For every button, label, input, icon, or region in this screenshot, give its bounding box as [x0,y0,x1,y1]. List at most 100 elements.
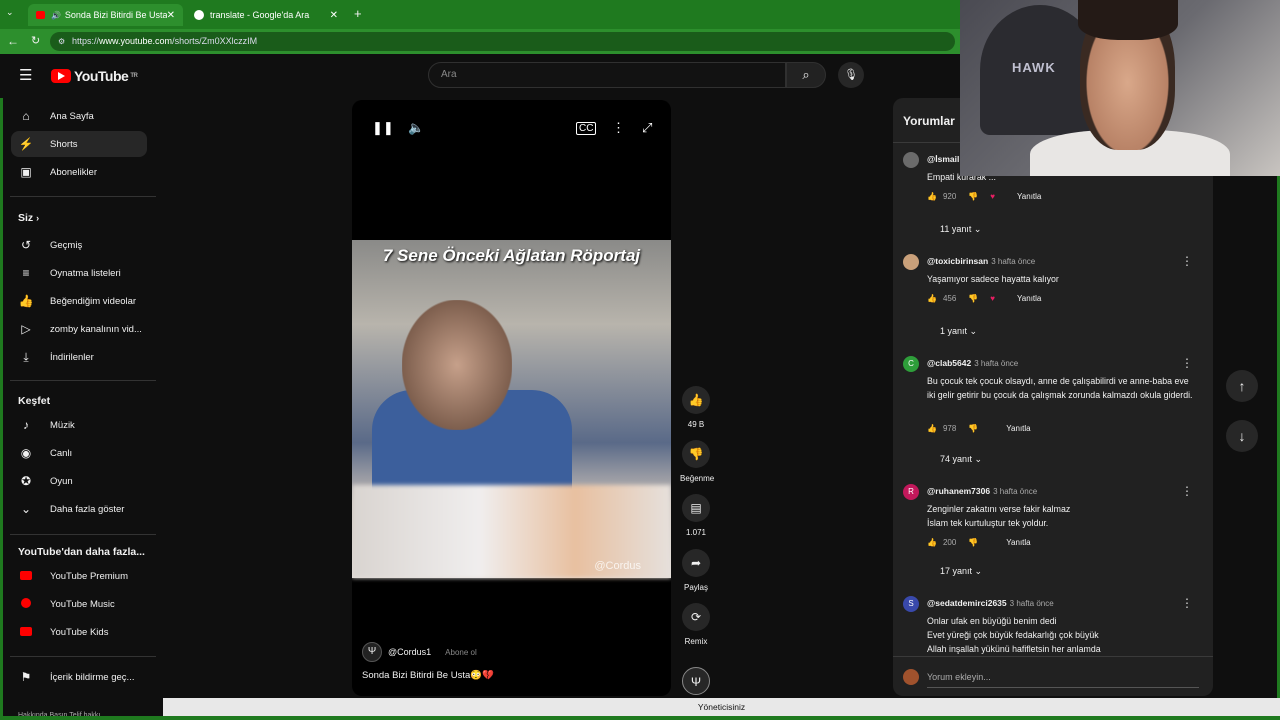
sidebar-item-channel-videos[interactable]: ▷ zomby kanalının vid... [11,316,147,342]
tab-menu-chevron-icon[interactable]: ⌄ [6,7,14,18]
comment-input[interactable]: Yorum ekleyin... [903,666,1203,688]
captions-icon[interactable]: CC [576,122,597,135]
sidebar-item-shorts[interactable]: ⚡ Shorts [11,131,147,157]
search-button[interactable]: ⌕ [786,62,826,88]
video-overlay-title: 7 Sene Önceki Ağlatan Röportaj [382,246,641,265]
comment-avatar[interactable]: C [903,356,919,372]
sidebar-item-playlists[interactable]: ≡ Oynatma listeleri [11,260,147,286]
status-bar: Yöneticisiniz [163,698,1280,716]
next-short-button[interactable]: ↓ [1226,420,1258,452]
thumbs-up-icon[interactable]: 👍 [927,294,937,303]
tab-google[interactable]: translate - Google'da Ara ✕ [186,4,346,26]
close-tab-icon[interactable]: ✕ [330,10,338,21]
reply-button[interactable]: Yanıtla [1017,294,1041,303]
you-section-heading[interactable]: Siz › [18,212,39,224]
remix-icon[interactable]: ⟳ [682,603,710,631]
sidebar-item-live[interactable]: ◉ Canlı [11,440,147,466]
comment-icon[interactable]: ▤ [682,494,710,522]
thumbs-down-icon[interactable]: 👎 [682,440,710,468]
reload-icon[interactable]: ↻ [31,34,40,47]
pause-icon[interactable]: ❚❚ [372,120,394,136]
tab-youtube[interactable]: 🔊 Sonda Bizi Bitirdi Be Usta😳💔 ✕ [28,4,183,26]
comment-author[interactable]: @ruhanem7306 3 hafta önce [927,486,1037,496]
comments-action[interactable]: ▤ 1.071 [680,494,712,537]
comment-text: Bu çocuk tek çocuk olsaydı, anne de çalı… [927,376,1193,400]
replies-toggle[interactable]: 17 yanıt ⌄ [940,566,982,577]
sidebar-item-history[interactable]: ↺ Geçmiş [11,232,147,258]
comment-input-placeholder: Yorum ekleyin... [927,672,991,682]
sidebar-item-show-more[interactable]: ⌄ Daha fazla göster [11,496,147,522]
new-tab-icon[interactable]: + [354,6,362,21]
thumbs-down-icon[interactable]: 👎 [968,192,978,201]
channel-name[interactable]: @Cordus1 [388,647,431,657]
comment-author-name: @toxicbirinsan [927,256,989,266]
comments-panel: Yorumlar @İsmail Empati kurarak ... 👍 920… [893,98,1213,696]
subscribe-button[interactable]: Abone ol [445,648,477,657]
sidebar-item-premium[interactable]: YouTube Premium [11,563,147,589]
url-host: www.youtube.com [99,36,173,46]
site-info-icon[interactable]: ⚙ [58,32,65,51]
comment-text: Onlar ufak en büyüğü benim dedi Evet yür… [927,616,1101,654]
comment-time: 3 hafta önce [974,359,1019,368]
thumbs-down-icon[interactable]: 👎 [968,294,978,303]
sidebar-item-report[interactable]: ⚑ İçerik bildirme geç... [11,664,147,690]
comment-avatar[interactable]: S [903,596,919,612]
thumbs-up-icon[interactable]: 👍 [682,386,710,414]
reply-button[interactable]: Yanıtla [1006,538,1030,547]
voice-search-button[interactable]: 🎙 [838,62,864,88]
thumbs-up-icon[interactable]: 👍 [927,192,937,201]
divider [10,380,156,381]
thumbs-up-icon[interactable]: 👍 [927,424,937,433]
sidebar-item-downloads[interactable]: ⤓ İndirilenler [11,344,147,370]
like-action[interactable]: 👍 49 B [680,386,712,429]
reply-button[interactable]: Yanıtla [1017,192,1041,201]
replies-toggle[interactable]: 11 yanıt ⌄ [940,224,981,235]
share-icon[interactable]: ➦ [682,549,710,577]
comment-avatar[interactable] [903,152,919,168]
volume-icon[interactable]: 🔈 [408,120,424,136]
sidebar-item-subscriptions[interactable]: ▣ Abonelikler [11,159,147,185]
thumbs-up-icon[interactable]: 👍 [927,538,937,547]
search-input[interactable]: Ara [428,62,786,88]
comment-menu-icon[interactable]: ⋮ [1181,254,1193,268]
region-code: TR [130,73,138,79]
sidebar-item-gaming[interactable]: ✪ Oyun [11,468,147,494]
shorts-player[interactable]: ❚❚ 🔈 CC ⋮ ⤢ 7 Sene Önceki Ağlatan Röport… [352,100,671,696]
comment-menu-icon[interactable]: ⋮ [1181,484,1193,498]
address-input[interactable]: ⚙ https://www.youtube.com/shorts/Zm0XXlc… [50,32,955,51]
sidebar-item-kids[interactable]: YouTube Kids [11,619,147,645]
share-action[interactable]: ➦ Paylaş [680,549,712,592]
sidebar-item-music[interactable]: ♪ Müzik [11,412,147,438]
video-subject-face [402,300,512,430]
comment-avatar[interactable]: R [903,484,919,500]
cap-brand-text: HAWK [1012,60,1056,75]
comment-author[interactable]: @sedatdemirci2635 3 hafta önce [927,598,1054,608]
comment-author[interactable]: @toxicbirinsan 3 hafta önce [927,256,1035,266]
channel-sound-icon[interactable]: Ψ [682,667,710,695]
channel-avatar[interactable]: Ψ [362,642,382,662]
reply-button[interactable]: Yanıtla [1006,424,1030,433]
sidebar-item-home[interactable]: ⌂ Ana Sayfa [11,103,147,129]
sound-action[interactable]: Ψ [680,667,712,695]
audio-icon[interactable]: 🔊 [51,11,61,20]
thumbs-down-icon[interactable]: 👎 [968,538,978,547]
back-icon[interactable]: ← [7,34,19,48]
dislike-action[interactable]: 👎 Beğenme [680,440,714,483]
youtube-logo[interactable]: YouTube TR [51,68,138,84]
replies-toggle[interactable]: 1 yanıt ⌄ [940,326,977,337]
comment-menu-icon[interactable]: ⋮ [1181,356,1193,370]
comment-author[interactable]: @clab5642 3 hafta önce [927,358,1018,368]
comment-author[interactable]: @İsmail [927,154,959,164]
comment-menu-icon[interactable]: ⋮ [1181,596,1193,610]
sidebar-item-music-app[interactable]: YouTube Music [11,591,147,617]
replies-toggle[interactable]: 74 yanıt ⌄ [940,454,982,465]
previous-short-button[interactable]: ↑ [1226,370,1258,402]
remix-action[interactable]: ⟳ Remix [680,603,712,646]
fullscreen-icon[interactable]: ⤢ [642,120,652,136]
close-tab-icon[interactable]: ✕ [167,10,175,21]
hamburger-menu-icon[interactable]: ☰ [19,66,32,84]
comment-avatar[interactable] [903,254,919,270]
more-options-icon[interactable]: ⋮ [612,120,625,136]
thumbs-down-icon[interactable]: 👎 [968,424,978,433]
sidebar-item-liked[interactable]: 👍 Beğendiğim videolar [11,288,147,314]
